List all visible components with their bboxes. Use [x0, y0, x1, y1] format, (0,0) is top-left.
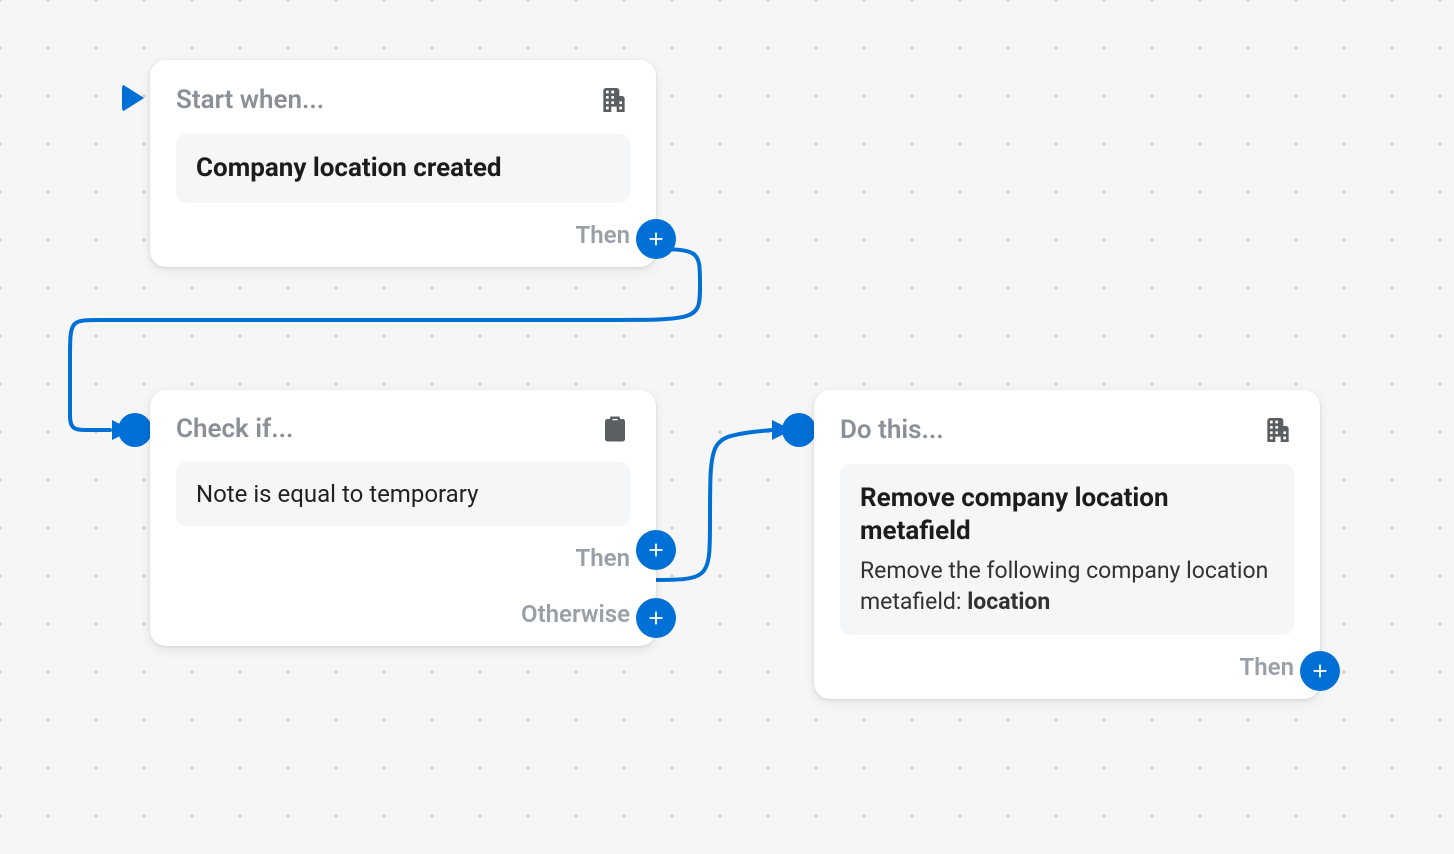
- then-label: Then: [576, 544, 630, 572]
- otherwise-label: Otherwise: [521, 600, 630, 628]
- add-then-button[interactable]: [636, 219, 676, 259]
- trigger-card[interactable]: Start when... Company location created T…: [150, 60, 656, 267]
- action-desc-text: Remove the following company location me…: [860, 557, 1268, 615]
- action-header: Do this...: [840, 415, 944, 445]
- then-label: Then: [1240, 653, 1294, 681]
- trigger-content: Company location created: [176, 134, 630, 203]
- condition-card[interactable]: Check if... Note is equal to temporary T…: [150, 390, 656, 646]
- condition-content: Note is equal to temporary: [176, 462, 630, 526]
- action-entry-node: [782, 413, 816, 447]
- condition-entry-node: [118, 413, 152, 447]
- action-content: Remove company location metafield Remove…: [840, 464, 1294, 635]
- add-then-button[interactable]: [1300, 651, 1340, 691]
- workflow-canvas[interactable]: Start when... Company location created T…: [0, 0, 1454, 854]
- condition-header: Check if...: [176, 414, 293, 444]
- company-icon: [1262, 414, 1294, 446]
- then-label: Then: [576, 221, 630, 249]
- trigger-header: Start when...: [176, 85, 324, 115]
- action-description: Remove the following company location me…: [860, 555, 1274, 617]
- trigger-event-label: Company location created: [196, 152, 610, 185]
- company-icon: [598, 84, 630, 116]
- action-card[interactable]: Do this... Remove company location metaf…: [814, 390, 1320, 699]
- clipboard-check-icon: [600, 414, 630, 444]
- action-desc-bold: location: [967, 588, 1050, 615]
- condition-expression: Note is equal to temporary: [196, 480, 610, 508]
- action-title: Remove company location metafield: [860, 482, 1274, 547]
- add-then-button[interactable]: [636, 530, 676, 570]
- add-otherwise-button[interactable]: [636, 598, 676, 638]
- start-indicator-icon: [122, 84, 144, 112]
